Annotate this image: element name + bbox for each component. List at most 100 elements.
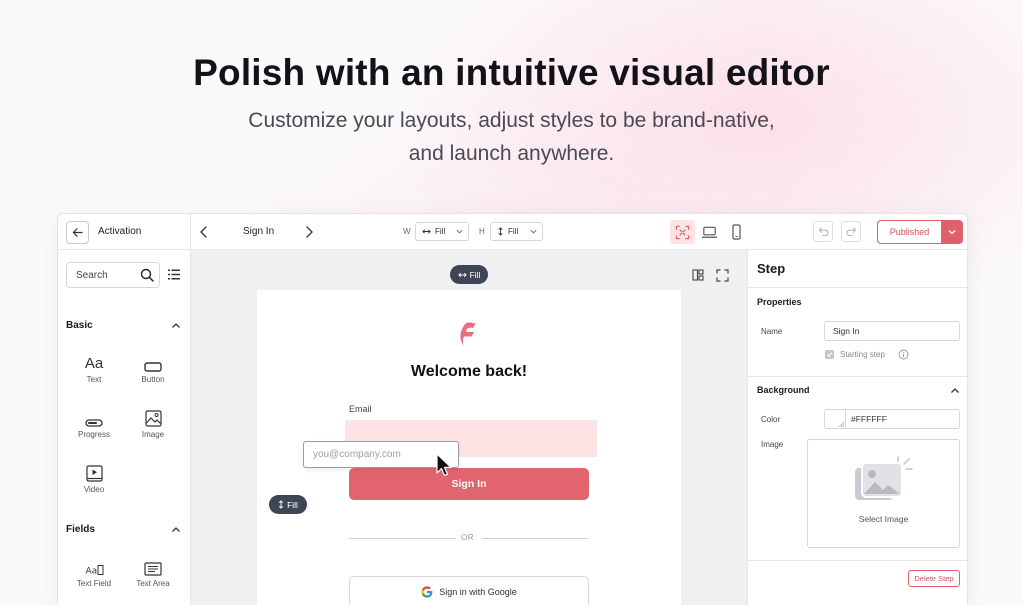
component-text-area[interactable]: Text Area	[128, 554, 178, 588]
panel-title: Step	[757, 261, 786, 276]
prev-step-button[interactable]	[199, 225, 209, 244]
chevron-up-icon[interactable]	[171, 321, 181, 330]
check-icon	[826, 352, 833, 358]
height-value: Fill	[508, 227, 519, 236]
undo-button[interactable]	[813, 221, 833, 242]
search-input[interactable]: Search	[66, 262, 160, 288]
width-fill-badge[interactable]: Fill	[450, 265, 488, 284]
cursor-arrow-icon	[436, 453, 452, 477]
or-separator: OR	[461, 533, 474, 542]
video-icon	[85, 465, 103, 482]
chevron-right-icon	[306, 226, 313, 238]
redo-button[interactable]	[841, 221, 861, 242]
width-value: Fill	[435, 227, 446, 236]
starting-step-checkbox[interactable]	[825, 350, 834, 359]
width-label: W	[403, 227, 411, 236]
editor-toolbar: Activation Sign In W Fill H Fill Publish…	[58, 214, 967, 250]
properties-section-title: Properties	[757, 297, 802, 307]
progress-icon	[85, 419, 103, 427]
step-name-input[interactable]: Sign In	[824, 321, 960, 341]
layout-toggle-button[interactable]	[687, 264, 709, 286]
horizontal-arrows-icon	[457, 272, 467, 277]
redo-icon	[845, 227, 856, 237]
arrow-left-icon	[72, 228, 83, 237]
section-fields-title: Fields	[66, 524, 95, 535]
component-label: Image	[141, 430, 165, 439]
color-swatch[interactable]	[825, 410, 846, 428]
section-basic-title: Basic	[66, 320, 93, 331]
undo-icon	[818, 227, 829, 237]
select-image-dropzone[interactable]: Select Image	[807, 439, 960, 548]
google-button-label: Sign in with Google	[439, 587, 517, 597]
back-button[interactable]	[66, 221, 89, 244]
current-step-name: Sign In	[243, 226, 275, 237]
name-label: Name	[761, 327, 783, 336]
component-button[interactable]: Button	[128, 350, 178, 384]
chevron-down-icon	[948, 230, 955, 235]
select-image-label: Select Image	[858, 514, 909, 524]
fill-label: Fill	[469, 269, 481, 280]
desktop-device-button[interactable]	[697, 220, 722, 244]
width-select[interactable]: Fill	[415, 222, 469, 241]
hero-subtitle: Customize your layouts, adjust styles to…	[0, 104, 1023, 170]
mobile-device-button[interactable]	[724, 220, 749, 244]
hero-subtitle-line-2: and launch anywhere.	[408, 142, 615, 165]
fullscreen-icon	[715, 268, 729, 282]
color-input[interactable]: #FFFFFF	[824, 409, 960, 429]
chevron-left-icon	[200, 226, 207, 238]
next-step-button[interactable]	[304, 225, 314, 244]
fullscreen-device-button[interactable]	[670, 220, 695, 244]
text-area-icon	[144, 562, 162, 576]
delete-step-button[interactable]: Delete Step	[908, 570, 960, 587]
height-label: H	[479, 227, 485, 236]
publish-label: Published	[889, 227, 930, 237]
background-section-title: Background	[757, 385, 810, 395]
expand-icon	[675, 225, 690, 239]
info-icon[interactable]	[898, 349, 909, 360]
chevron-down-icon	[456, 229, 463, 234]
chevron-up-icon[interactable]	[171, 525, 181, 534]
chevron-up-icon[interactable]	[950, 386, 960, 395]
flow-title: Activation	[98, 226, 142, 237]
editor-canvas[interactable]: Fill Welcome back! Email Sign In OR Sign…	[191, 250, 747, 605]
color-label: Color	[761, 415, 781, 424]
height-select[interactable]: Fill	[490, 222, 543, 241]
component-text-field[interactable]: Aa Text Field	[69, 554, 119, 588]
hero-subtitle-line-1: Customize your layouts, adjust styles to…	[248, 109, 775, 132]
search-placeholder: Search	[76, 269, 108, 281]
publish-button[interactable]: Published	[877, 220, 963, 244]
component-progress[interactable]: Progress	[69, 405, 119, 439]
divider-line	[349, 538, 456, 539]
panel-divider	[748, 287, 967, 288]
image-label: Image	[761, 440, 784, 449]
hero-title: Polish with an intuitive visual editor	[193, 52, 830, 93]
swatch-corner-icon	[838, 421, 844, 427]
fill-label: Fill	[287, 499, 298, 510]
component-label: Video	[83, 485, 105, 494]
button-icon	[144, 362, 162, 372]
sign-in-button[interactable]: Sign In	[349, 468, 589, 500]
component-text[interactable]: Aa Text	[69, 350, 119, 384]
starting-step-label: Starting step	[840, 350, 885, 359]
image-placeholder-icon	[855, 456, 913, 500]
component-label: Button	[141, 375, 165, 384]
google-icon	[421, 586, 433, 598]
component-video[interactable]: Video	[69, 460, 119, 494]
search-icon	[140, 268, 154, 282]
height-fill-badge[interactable]: Fill	[269, 495, 307, 514]
properties-panel: Step Properties Name Sign In Starting st…	[747, 250, 967, 605]
laptop-icon	[701, 226, 718, 238]
google-sign-in-button[interactable]: Sign in with Google	[349, 576, 589, 605]
svg-text:Aa: Aa	[85, 567, 97, 577]
fit-screen-button[interactable]	[711, 264, 733, 286]
text-glyph-icon: Aa	[84, 355, 104, 372]
component-image[interactable]: Image	[128, 405, 178, 439]
publish-dropdown[interactable]	[941, 221, 962, 243]
toolbar-divider	[190, 214, 191, 250]
vertical-arrows-icon	[498, 227, 503, 236]
horizontal-arrows-icon	[422, 229, 431, 234]
component-label: Text Field	[76, 579, 112, 588]
list-view-icon[interactable]	[168, 269, 180, 280]
welcome-heading: Welcome back!	[410, 363, 528, 380]
divider-line	[482, 538, 589, 539]
